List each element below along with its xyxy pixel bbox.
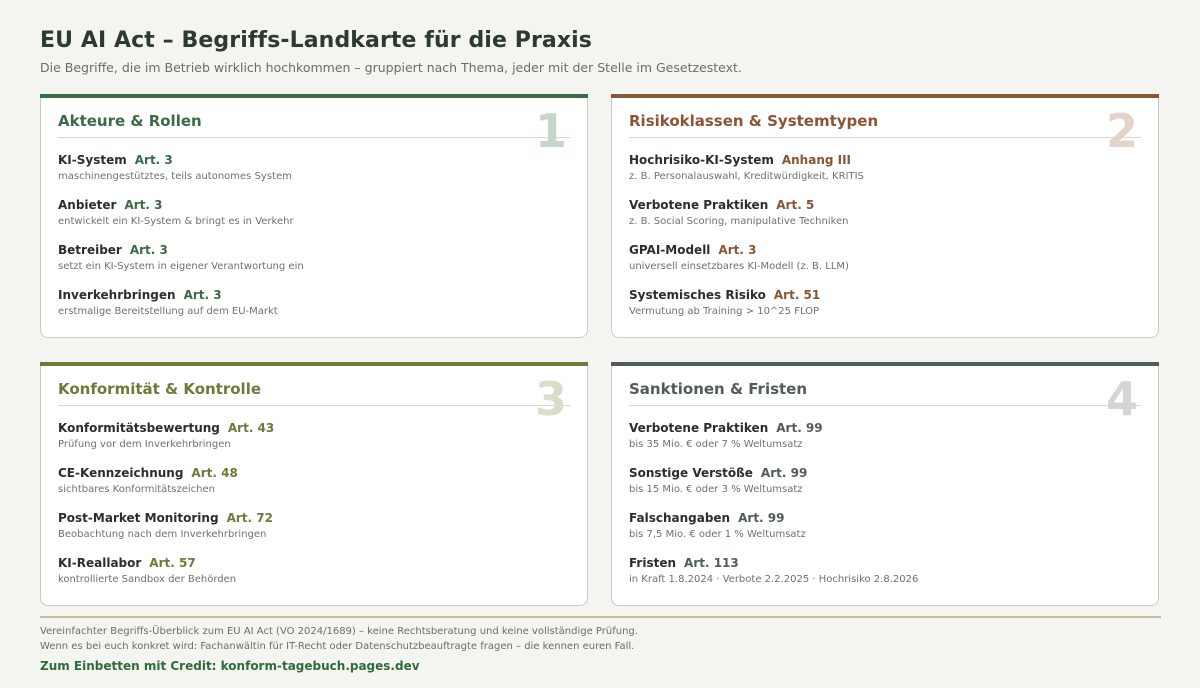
term-name: Inverkehrbringen	[58, 288, 176, 302]
term-description: bis 15 Mio. € oder 3 % Weltumsatz	[629, 484, 803, 495]
card-accent-bar	[611, 362, 1159, 366]
term-name: Betreiber	[58, 243, 122, 257]
term-description: bis 35 Mio. € oder 7 % Weltumsatz	[629, 439, 803, 450]
card-number: 3	[534, 372, 567, 426]
article-ref: Art. 99	[738, 511, 785, 525]
card-akteure-rollen: Akteure & Rollen 1 KI-System Art. 3 masch…	[40, 94, 588, 338]
card-number: 1	[534, 104, 567, 158]
card-accent-bar	[40, 94, 588, 98]
term-item: KI-Reallabor Art. 57 kontrollierte Sandbo…	[58, 555, 570, 600]
card-title: Risikoklassen & Systemtypen	[629, 112, 879, 130]
card-divider	[629, 405, 1141, 406]
page: EU AI Act – Begriffs-Landkarte für die P…	[40, 0, 1161, 688]
card-konformitaet: Konformität & Kontrolle 3 Konformitätsbe…	[40, 362, 588, 606]
term-name: Falschangaben	[629, 511, 731, 525]
article-ref: Art. 43	[227, 421, 275, 435]
article-ref: Art. 99	[776, 421, 823, 435]
term-item: KI-System Art. 3 maschinengestütztes, tei…	[58, 152, 570, 197]
term-item: Falschangaben Art. 99 bis 7,5 Mio. € oder…	[629, 510, 1141, 555]
article-ref: Art. 3	[129, 243, 168, 257]
term-name: Sonstige Verstöße	[629, 466, 753, 480]
card-divider	[58, 137, 570, 138]
card-title: Akteure & Rollen	[58, 112, 202, 130]
term-name: Fristen	[629, 556, 677, 570]
footer-disclaimer: Vereinfachter Begriffs-Überblick zum EU …	[40, 626, 638, 637]
page-subtitle: Die Begriffe, die im Betrieb wirklich ho…	[40, 60, 742, 75]
term-list: Verbotene Praktiken Art. 99 bis 35 Mio. €…	[629, 420, 1141, 600]
article-ref: Anhang III	[781, 153, 852, 167]
term-description: in Kraft 1.8.2024 · Verbote 2.2.2025 · H…	[629, 574, 919, 585]
term-name: Konformitätsbewertung	[58, 421, 220, 435]
card-risikoklassen: Risikoklassen & Systemtypen 2 Hochrisiko…	[611, 94, 1159, 338]
article-ref: Art. 51	[773, 288, 821, 302]
term-name: KI-System	[58, 153, 127, 167]
term-description: Vermutung ab Training > 10^25 FLOP	[629, 306, 820, 317]
term-description: universell einsetzbares KI-Modell (z. B.…	[629, 261, 849, 272]
term-item: Post-Market Monitoring Art. 72 Beobachtun…	[58, 510, 570, 555]
term-item: Verbotene Praktiken Art. 5 z. B. Social S…	[629, 197, 1141, 242]
term-list: Hochrisiko-KI-System Anhang III z. B. Per…	[629, 152, 1141, 332]
term-name: Verbotene Praktiken	[629, 421, 769, 435]
term-list: Konformitätsbewertung Art. 43 Prüfung vor…	[58, 420, 570, 600]
term-item: Fristen Art. 113 in Kraft 1.8.2024 · Verb…	[629, 555, 1141, 600]
card-accent-bar	[40, 362, 588, 366]
article-ref: Art. 57	[149, 556, 196, 570]
article-ref: Art. 99	[760, 466, 808, 480]
card-divider	[629, 137, 1141, 138]
footer-advice: Wenn es bei euch konkret wird: Fachanwäl…	[40, 641, 635, 652]
article-ref: Art. 48	[191, 466, 238, 480]
term-description: kontrollierte Sandbox der Behörden	[58, 574, 237, 585]
term-description: entwickelt ein KI-System & bringt es in …	[58, 216, 294, 227]
term-name: Anbieter	[58, 198, 117, 212]
page-title: EU AI Act – Begriffs-Landkarte für die P…	[40, 28, 592, 53]
term-item: Konformitätsbewertung Art. 43 Prüfung vor…	[58, 420, 570, 465]
term-name: KI-Reallabor	[58, 556, 142, 570]
article-ref: Art. 3	[183, 288, 222, 302]
article-ref: Art. 5	[776, 198, 815, 212]
term-item: Betreiber Art. 3 setzt ein KI-System in e…	[58, 242, 570, 287]
card-divider	[58, 405, 570, 406]
term-item: CE-Kennzeichnung Art. 48 sichtbares Konfo…	[58, 465, 570, 510]
term-item: Verbotene Praktiken Art. 99 bis 35 Mio. €…	[629, 420, 1141, 465]
term-item: Systemisches Risiko Art. 51 Vermutung ab …	[629, 287, 1141, 332]
card-number: 4	[1105, 372, 1138, 426]
article-ref: Art. 3	[134, 153, 173, 167]
term-description: sichtbares Konformitätszeichen	[58, 484, 215, 495]
term-description: Prüfung vor dem Inverkehrbringen	[58, 439, 231, 450]
article-ref: Art. 3	[124, 198, 163, 212]
card-sanktionen: Sanktionen & Fristen 4 Verbotene Praktik…	[611, 362, 1159, 606]
term-item: Inverkehrbringen Art. 3 erstmalige Bereit…	[58, 287, 570, 332]
term-name: Verbotene Praktiken	[629, 198, 769, 212]
term-description: Beobachtung nach dem Inverkehrbringen	[58, 529, 267, 540]
card-grid: Akteure & Rollen 1 KI-System Art. 3 masch…	[40, 94, 1161, 610]
footer-divider	[40, 616, 1161, 618]
card-title: Sanktionen & Fristen	[629, 380, 808, 398]
term-item: GPAI-Modell Art. 3 universell einsetzbare…	[629, 242, 1141, 287]
card-title: Konformität & Kontrolle	[58, 380, 262, 398]
term-description: z. B. Personalauswahl, Kreditwürdigkeit,…	[629, 171, 864, 182]
term-item: Sonstige Verstöße Art. 99 bis 15 Mio. € o…	[629, 465, 1141, 510]
article-ref: Art. 3	[718, 243, 757, 257]
term-description: maschinengestütztes, teils autonomes Sys…	[58, 171, 292, 182]
card-accent-bar	[611, 94, 1159, 98]
term-list: KI-System Art. 3 maschinengestütztes, tei…	[58, 152, 570, 332]
article-ref: Art. 72	[226, 511, 273, 525]
card-number: 2	[1105, 104, 1138, 158]
term-description: z. B. Social Scoring, manipulative Techn…	[629, 216, 849, 227]
term-description: bis 7,5 Mio. € oder 1 % Weltumsatz	[629, 529, 806, 540]
term-name: Hochrisiko-KI-System	[629, 153, 774, 167]
term-description: setzt ein KI-System in eigener Verantwor…	[58, 261, 304, 272]
embed-credit-link[interactable]: Zum Einbetten mit Credit: konform-tagebu…	[40, 659, 420, 673]
term-item: Anbieter Art. 3 entwickelt ein KI-System …	[58, 197, 570, 242]
term-item: Hochrisiko-KI-System Anhang III z. B. Per…	[629, 152, 1141, 197]
term-name: Systemisches Risiko	[629, 288, 766, 302]
term-name: CE-Kennzeichnung	[58, 466, 184, 480]
term-name: Post-Market Monitoring	[58, 511, 219, 525]
term-description: erstmalige Bereitstellung auf dem EU-Mar…	[58, 306, 278, 317]
article-ref: Art. 113	[684, 556, 739, 570]
term-name: GPAI-Modell	[629, 243, 711, 257]
